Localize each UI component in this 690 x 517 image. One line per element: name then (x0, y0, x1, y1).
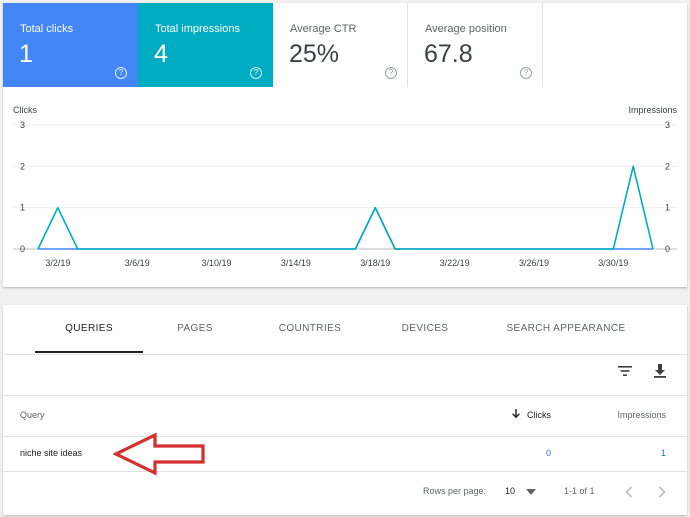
report-tabs: QUERIES PAGES COUNTRIES DEVICES SEARCH A… (3, 305, 687, 355)
metric-value: 67.8 (424, 40, 473, 68)
column-header-query[interactable]: Query (20, 410, 45, 420)
active-tab-indicator (35, 351, 143, 353)
filter-icon[interactable] (617, 363, 633, 379)
tab-search-appearance[interactable]: SEARCH APPEARANCE (493, 323, 639, 334)
right-axis-label: Impressions (628, 105, 677, 115)
tab-devices[interactable]: DEVICES (383, 323, 467, 334)
cell-query[interactable]: niche site ideas (20, 448, 82, 458)
x-tick-label: 3/22/19 (440, 258, 470, 268)
help-icon[interactable]: ? (520, 67, 532, 79)
y-tick-label-right: 2 (665, 161, 670, 171)
y-tick-label-left: 1 (20, 203, 25, 213)
pagination: Rows per page: 10 1-1 of 1 (3, 472, 687, 514)
left-axis-label: Clicks (13, 105, 37, 115)
metric-average-position[interactable]: Average position 67.8 ? (408, 3, 543, 87)
rows-per-page-select[interactable]: 10 (505, 486, 515, 496)
y-ticks: 0 0 1 1 2 2 3 3 (20, 120, 670, 254)
x-ticks: 3/2/19 3/6/19 3/10/19 3/14/19 3/18/19 3/22/19… (45, 258, 628, 268)
y-tick-label-left: 3 (20, 120, 25, 130)
performance-card: Total clicks 1 ? Total impressions 4 ? A… (3, 3, 687, 287)
help-icon[interactable]: ? (385, 67, 397, 79)
x-tick-label: 3/26/19 (519, 258, 549, 268)
performance-chart: Clicks Impressions 0 0 1 1 2 2 3 3 3/2/19 3/6/19… (13, 105, 678, 268)
metric-label: Total impressions (155, 23, 240, 35)
metric-value: 4 (154, 40, 168, 68)
annotation-arrow (113, 432, 205, 476)
cell-impressions: 1 (660, 448, 666, 458)
x-tick-label: 3/6/19 (125, 258, 150, 268)
x-tick-label: 3/14/19 (281, 258, 311, 268)
report-table-card: QUERIES PAGES COUNTRIES DEVICES SEARCH A… (3, 305, 687, 515)
previous-page-icon[interactable] (625, 486, 633, 498)
x-tick-label: 3/18/19 (360, 258, 390, 268)
x-tick-label: 3/10/19 (202, 258, 232, 268)
help-icon[interactable]: ? (115, 67, 127, 79)
y-tick-label-left: 2 (20, 161, 25, 171)
dropdown-arrow-icon[interactable] (526, 489, 536, 495)
y-tick-label-right: 0 (665, 244, 670, 254)
help-icon[interactable]: ? (250, 67, 262, 79)
table-row[interactable]: niche site ideas 0 1 (3, 436, 687, 472)
rows-per-page-label: Rows per page: (423, 486, 487, 496)
y-tick-label-right: 3 (665, 120, 670, 130)
metric-total-clicks[interactable]: Total clicks 1 ? (3, 3, 138, 87)
series-line-clicks (38, 206, 653, 250)
download-icon[interactable] (652, 363, 668, 379)
metric-total-impressions[interactable]: Total impressions 4 ? (138, 3, 273, 87)
table-header: Query Clicks Impressions (3, 395, 687, 437)
metric-label: Average CTR (290, 23, 357, 35)
metric-value: 1 (19, 40, 33, 68)
y-tick-label-left: 0 (20, 244, 25, 254)
metric-label: Average position (425, 23, 507, 35)
tab-queries[interactable]: QUERIES (35, 323, 143, 334)
tab-countries[interactable]: COUNTRIES (265, 323, 355, 334)
metric-label: Total clicks (20, 23, 74, 35)
next-page-icon[interactable] (658, 486, 666, 498)
column-header-clicks[interactable]: Clicks (527, 410, 551, 420)
cell-clicks: 0 (546, 448, 552, 458)
sort-descending-icon[interactable] (512, 409, 520, 419)
x-tick-label: 3/30/19 (598, 258, 628, 268)
chart-grid (13, 124, 677, 250)
page-range: 1-1 of 1 (564, 486, 595, 496)
y-tick-label-right: 1 (665, 203, 670, 213)
column-header-impressions[interactable]: Impressions (617, 410, 666, 420)
x-tick-label: 3/2/19 (45, 258, 70, 268)
metric-value: 25% (289, 40, 340, 68)
metric-average-ctr[interactable]: Average CTR 25% ? (273, 3, 408, 87)
tab-pages[interactable]: PAGES (153, 323, 237, 334)
